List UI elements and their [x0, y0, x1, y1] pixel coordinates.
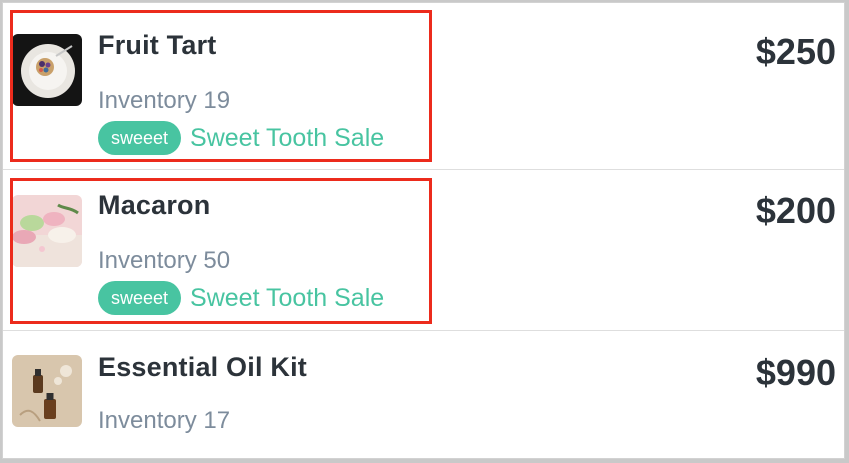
product-price: $200 — [755, 190, 836, 231]
product-inventory: Inventory 17 — [98, 407, 231, 434]
product-list-frame: Fruit Tart Inventory 19 sweeet Sweet Too… — [2, 2, 845, 459]
tag-pill: sweeet — [98, 121, 182, 155]
product-name: Essential Oil Kit — [98, 352, 307, 382]
product-tag: sweeet Sweet Tooth Sale — [98, 281, 384, 315]
product-tag: sweeet Sweet Tooth Sale — [98, 121, 384, 155]
tag-label: Sweet Tooth Sale — [190, 283, 385, 312]
product-name: Fruit Tart — [98, 30, 217, 60]
fruit-tart-thumbnail — [12, 34, 82, 106]
product-inventory: Inventory 19 — [98, 87, 231, 114]
product-price: $990 — [755, 352, 836, 393]
product-row-fruit-tart[interactable]: Fruit Tart Inventory 19 sweeet Sweet Too… — [3, 10, 844, 170]
product-list: Fruit Tart Inventory 19 sweeet Sweet Too… — [3, 3, 844, 458]
fruit-tart-image — [12, 34, 82, 106]
product-name: Macaron — [98, 190, 211, 220]
essential-oil-thumbnail — [12, 355, 82, 427]
tag-pill: sweeet — [98, 281, 182, 315]
product-row-macaron[interactable]: Macaron Inventory 50 sweeet Sweet Tooth … — [3, 170, 844, 331]
essential-oil-image — [12, 355, 82, 427]
product-inventory: Inventory 50 — [98, 247, 231, 274]
macaron-image — [12, 195, 82, 267]
product-price: $250 — [755, 31, 836, 72]
macaron-thumbnail — [12, 195, 82, 267]
product-row-essential-oil-kit[interactable]: Essential Oil Kit Inventory 17 $990 — [3, 331, 844, 458]
tag-label: Sweet Tooth Sale — [190, 123, 385, 152]
